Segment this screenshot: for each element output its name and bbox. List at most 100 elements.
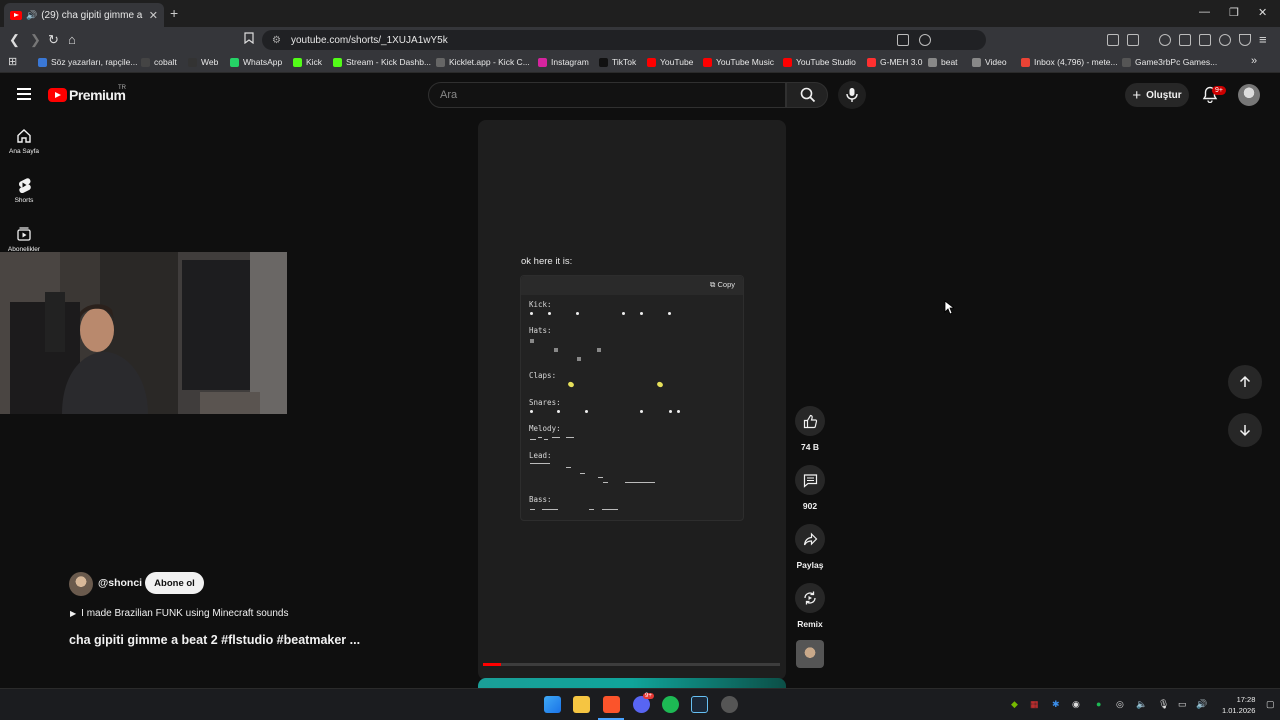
- bookmark-label: cobalt: [154, 57, 177, 67]
- more-bookmarks-icon[interactable]: »: [1251, 55, 1257, 67]
- create-button[interactable]: + Oluştur: [1125, 83, 1189, 107]
- bookmark-item[interactable]: Kick: [293, 57, 322, 67]
- windows-start-icon[interactable]: [544, 696, 561, 713]
- volume-icon[interactable]: 🔈: [1136, 699, 1147, 710]
- steam-icon[interactable]: [691, 696, 708, 713]
- next-short-button[interactable]: [1228, 413, 1262, 447]
- bookmark-item[interactable]: Instagram: [538, 57, 589, 67]
- melody-note: [538, 437, 542, 438]
- window-close-icon[interactable]: ✕: [1258, 6, 1267, 19]
- tray-icon[interactable]: ◎: [1116, 699, 1124, 710]
- bluetooth-icon[interactable]: ✱: [1052, 699, 1060, 710]
- restore-icon[interactable]: ❐: [1229, 6, 1239, 19]
- minimize-icon[interactable]: —: [1199, 6, 1210, 18]
- bookmark-item[interactable]: Web: [188, 57, 218, 67]
- brave-browser-icon[interactable]: [603, 696, 620, 713]
- bookmark-item[interactable]: YouTube: [647, 57, 693, 67]
- media-icon[interactable]: [1159, 34, 1171, 46]
- home-browser-icon[interactable]: ⌂: [68, 32, 76, 47]
- share-button[interactable]: Paylaş: [794, 524, 826, 570]
- search-button[interactable]: [786, 82, 828, 108]
- bookmark-item[interactable]: G-MEH 3.0: [867, 57, 923, 67]
- bookmark-item[interactable]: Stream - Kick Dashb...: [333, 57, 431, 67]
- next-short-preview[interactable]: [478, 678, 786, 688]
- bookmark-item[interactable]: Söz yazarları, rapçile...: [38, 57, 137, 67]
- sidebar-item-subscriptions[interactable]: Abonelikler: [0, 226, 48, 253]
- network-icon[interactable]: ▭: [1178, 699, 1187, 710]
- reload-icon[interactable]: ↻: [48, 32, 59, 48]
- screenshot-icon[interactable]: [1127, 34, 1139, 46]
- previous-short-button[interactable]: [1228, 365, 1262, 399]
- bookmark-item[interactable]: TikTok: [599, 57, 636, 67]
- back-icon[interactable]: ❮: [9, 32, 20, 48]
- sidebar-toggle-icon[interactable]: [1179, 34, 1191, 46]
- app-icon[interactable]: [721, 696, 738, 713]
- comments-button[interactable]: 902: [794, 465, 826, 511]
- apps-grid-icon[interactable]: ⊞: [8, 55, 17, 68]
- tray-app-icon[interactable]: ▦: [1030, 699, 1039, 710]
- address-bar[interactable]: ⚙ youtube.com/shorts/_1XUJA1wY5k: [262, 30, 986, 50]
- speaker-icon[interactable]: 🔊: [1196, 699, 1207, 710]
- nvidia-tray-icon[interactable]: ◆: [1011, 699, 1018, 710]
- new-tab-button[interactable]: +: [170, 5, 178, 21]
- subscribe-button[interactable]: Abone ol: [145, 572, 204, 594]
- forward-icon[interactable]: ❯: [30, 32, 41, 48]
- bookmark-favicon-icon: [972, 57, 981, 67]
- extensions-icon[interactable]: [1107, 34, 1119, 46]
- bookmark-item[interactable]: YouTube Studio: [783, 57, 856, 67]
- youtube-favicon-icon: [10, 10, 22, 20]
- bookmark-item[interactable]: Kicklet.app - Kick C...: [436, 57, 530, 67]
- wallet-icon[interactable]: [1199, 34, 1211, 46]
- bookmark-item[interactable]: Video: [972, 57, 1007, 67]
- remix-button[interactable]: Remix: [794, 583, 826, 629]
- sidebar-item-home[interactable]: Ana Sayfa: [0, 128, 48, 155]
- youtube-logo-icon[interactable]: [48, 88, 67, 102]
- bookmark-item[interactable]: Inbox (4,796) - mete...: [1021, 57, 1118, 67]
- search-input[interactable]: Ara: [428, 82, 786, 108]
- audio-playing-icon[interactable]: 🔊: [26, 10, 37, 21]
- microphone-tray-icon[interactable]: 🎙: [1158, 699, 1169, 710]
- bookmark-item[interactable]: WhatsApp: [230, 57, 282, 67]
- vpn-icon[interactable]: [1239, 34, 1251, 46]
- leo-ai-icon[interactable]: [1219, 34, 1231, 46]
- bookmark-icon[interactable]: [244, 32, 254, 47]
- spotify-tray-icon[interactable]: ●: [1096, 699, 1101, 709]
- bookmark-item[interactable]: Game3rbPc Games...: [1122, 57, 1217, 67]
- video-title[interactable]: cha gipiti gimme a beat 2 #flstudio #bea…: [69, 633, 360, 647]
- like-button[interactable]: 74 B: [794, 406, 826, 452]
- account-avatar[interactable]: [1238, 84, 1260, 106]
- sound-source-thumbnail[interactable]: [796, 640, 824, 668]
- bookmark-item[interactable]: beat: [928, 57, 958, 67]
- related-video-link[interactable]: ▶ I made Brazilian FUNK using Minecraft s…: [70, 608, 288, 619]
- kick-hit: [548, 312, 551, 315]
- bookmark-item[interactable]: YouTube Music: [703, 57, 774, 67]
- voice-search-button[interactable]: [838, 81, 866, 109]
- search-icon: [800, 87, 816, 103]
- notification-center-icon[interactable]: ▢: [1266, 699, 1275, 710]
- lead-note: [530, 463, 550, 464]
- tab-close-icon[interactable]: ✕: [149, 9, 158, 22]
- bookmark-favicon-icon: [703, 57, 712, 67]
- channel-name[interactable]: @shonci: [98, 577, 142, 589]
- file-explorer-icon[interactable]: [573, 696, 590, 713]
- copy-button[interactable]: ⧉ Copy: [710, 280, 735, 290]
- cast-icon[interactable]: [897, 34, 909, 46]
- country-code: TR: [118, 85, 126, 91]
- system-clock[interactable]: 17:28 1.01.2026: [1222, 694, 1255, 716]
- bookmark-favicon-icon: [647, 57, 656, 67]
- site-info-icon[interactable]: ⚙: [272, 35, 281, 46]
- sidebar-item-shorts[interactable]: Shorts: [0, 177, 48, 204]
- menu-icon[interactable]: ≡: [1259, 32, 1267, 47]
- bookmark-favicon-icon: [188, 57, 197, 67]
- browser-tab[interactable]: 🔊 (29) cha gipiti gimme a beat 2 ✕: [4, 3, 164, 27]
- steam-tray-icon[interactable]: ◉: [1072, 699, 1080, 710]
- spotify-icon[interactable]: [662, 696, 679, 713]
- bookmark-item[interactable]: cobalt: [141, 57, 177, 67]
- share-page-icon[interactable]: [919, 34, 931, 46]
- youtube-premium-logo[interactable]: Premium: [69, 87, 126, 103]
- video-progress-bar[interactable]: [483, 663, 780, 666]
- channel-avatar[interactable]: [69, 572, 93, 596]
- bookmark-favicon-icon: [333, 57, 342, 67]
- bookmark-label: Kicklet.app - Kick C...: [449, 57, 530, 67]
- hamburger-menu-icon[interactable]: [17, 88, 31, 103]
